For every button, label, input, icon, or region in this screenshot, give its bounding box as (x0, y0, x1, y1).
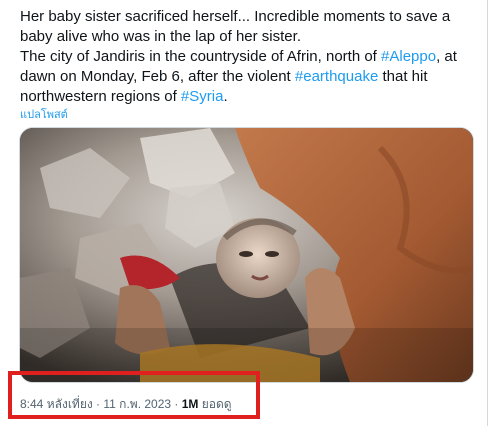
tweet-text-segment: . (223, 88, 228, 105)
translate-post-link[interactable]: แปลโพสต์ (20, 105, 68, 123)
tweet-text-line2: The city of Jandiris in the countryside … (20, 47, 480, 107)
tweet-media-video[interactable] (19, 127, 474, 383)
rescue-scene-image (20, 128, 473, 382)
hashtag-aleppo-link[interactable]: #Aleppo (381, 48, 436, 65)
tweet-text: Her baby sister sacrificed herself... In… (20, 7, 480, 107)
hashtag-earthquake-link[interactable]: #earthquake (295, 68, 378, 85)
tweet-text-segment: The city of Jandiris in the countryside … (20, 48, 382, 65)
red-highlight-annotation (8, 371, 260, 419)
hashtag-syria-link[interactable]: #Syria (181, 88, 224, 105)
tweet-card: Her baby sister sacrificed herself... In… (0, 0, 488, 426)
tweet-text-line1: Her baby sister sacrificed herself... In… (20, 8, 451, 45)
